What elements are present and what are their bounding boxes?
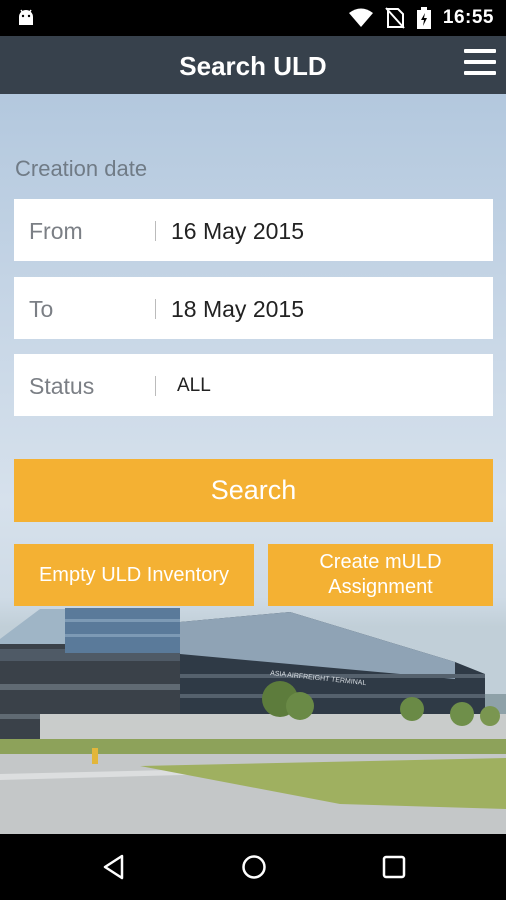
no-sim-icon: [385, 7, 405, 29]
from-date-field[interactable]: From 16 May 2015: [14, 199, 493, 261]
creation-date-label: Creation date: [15, 156, 148, 181]
field-divider: [155, 376, 156, 396]
status-label: Status: [29, 373, 95, 399]
clock: 16:55: [442, 7, 494, 28]
status-bar: 16:55: [0, 0, 506, 36]
app-bar: Search ULD: [0, 36, 506, 94]
to-date-field[interactable]: To 18 May 2015: [14, 277, 493, 339]
empty-uld-inventory-button[interactable]: Empty ULD Inventory: [14, 544, 254, 606]
from-date-value[interactable]: 16 May 2015: [171, 199, 304, 263]
hamburger-menu-icon[interactable]: [464, 49, 496, 81]
search-button[interactable]: Search: [14, 459, 493, 522]
back-icon[interactable]: [100, 853, 128, 881]
field-divider: [155, 299, 156, 319]
create-assignment-label-line2: Assignment: [328, 576, 433, 598]
main-content: ASIA AIRFREIGHT TERMINAL Creation date F…: [0, 94, 506, 834]
battery-charging-icon: [416, 7, 431, 29]
create-assignment-label-line1: Create mULD: [319, 551, 442, 573]
android-icon: [19, 9, 33, 25]
recents-icon[interactable]: [380, 853, 408, 881]
wifi-icon: [348, 8, 373, 27]
create-muld-assignment-button[interactable]: Create mULD Assignment: [268, 544, 493, 606]
from-label: From: [29, 218, 83, 244]
field-divider: [155, 221, 156, 241]
to-date-value[interactable]: 18 May 2015: [171, 277, 304, 341]
to-label: To: [29, 296, 54, 322]
page-title: Search ULD: [179, 51, 327, 81]
status-field[interactable]: Status ALL: [14, 354, 493, 416]
status-select[interactable]: ALL: [177, 354, 211, 418]
home-icon[interactable]: [240, 853, 268, 881]
system-navigation-bar: [0, 834, 506, 900]
